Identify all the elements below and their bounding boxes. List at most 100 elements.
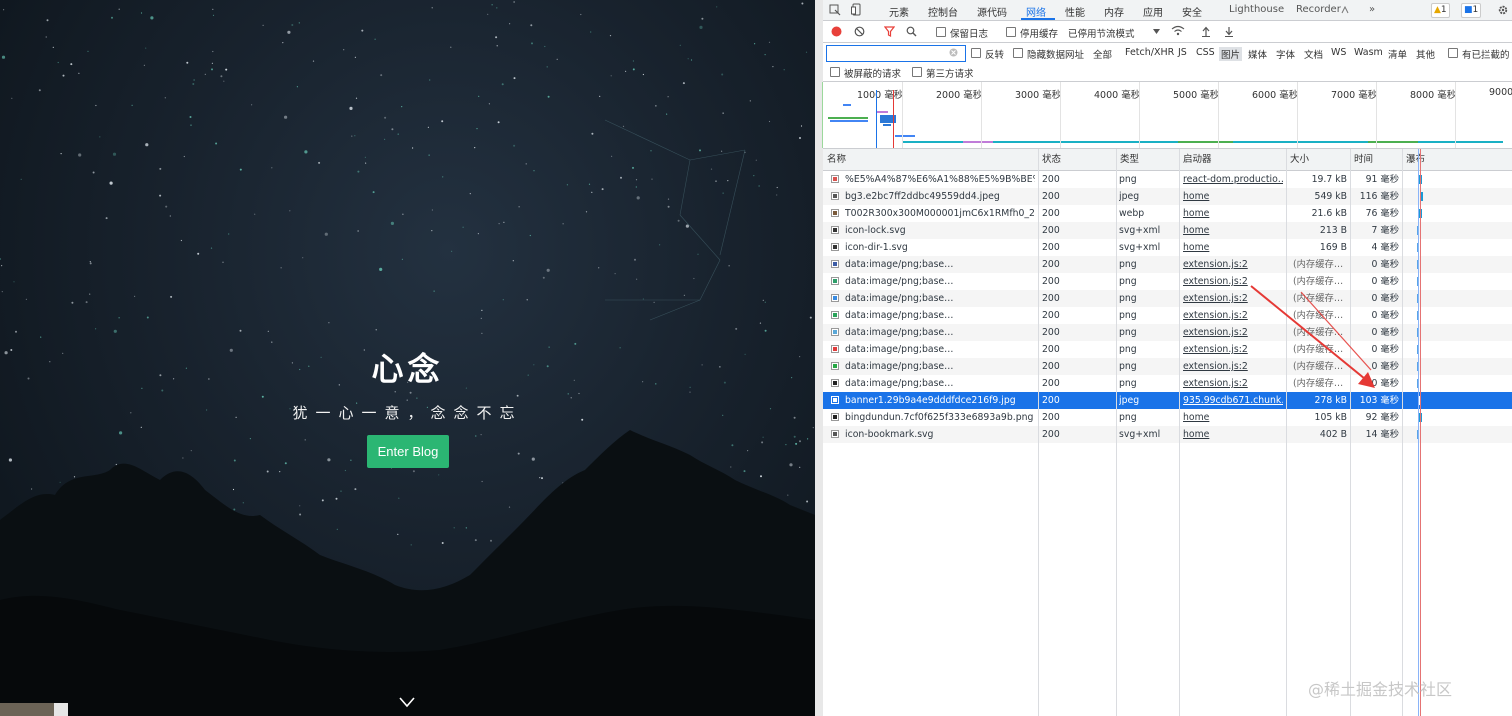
column-header-type[interactable]: 类型 <box>1116 149 1179 171</box>
request-time: 0 毫秒 <box>1371 378 1399 389</box>
blocked-cookies-checkbox[interactable] <box>1448 48 1458 58</box>
invert-checkbox[interactable] <box>971 48 981 58</box>
filter-input[interactable] <box>826 45 966 62</box>
filter-type-media[interactable]: 媒体 <box>1248 47 1267 61</box>
clear-icon[interactable] <box>854 26 865 37</box>
filter-icon[interactable] <box>884 26 895 37</box>
third-party-label: 第三方请求 <box>926 69 974 80</box>
tab-security[interactable]: 安全 <box>1182 4 1202 19</box>
overview-bars <box>828 90 1503 148</box>
request-initiator[interactable]: extension.js:2 <box>1183 273 1283 290</box>
request-initiator[interactable]: home <box>1183 205 1283 222</box>
request-initiator[interactable]: home <box>1183 188 1283 205</box>
tab-memory[interactable]: 内存 <box>1104 4 1124 19</box>
enter-blog-button[interactable]: Enter Blog <box>367 435 449 468</box>
request-initiator[interactable]: extension.js:2 <box>1183 290 1283 307</box>
request-size: (内存缓存… <box>1293 259 1344 270</box>
third-party-checkbox[interactable] <box>912 67 922 77</box>
warnings-badge[interactable]: ▲1 <box>1431 3 1450 18</box>
request-time: 92 毫秒 <box>1365 412 1399 423</box>
request-name: data:image/png;base… <box>845 310 954 321</box>
request-initiator[interactable]: extension.js:2 <box>1183 324 1283 341</box>
request-initiator[interactable]: extension.js:2 <box>1183 256 1283 273</box>
table-row[interactable]: data:image/png;base… 200 png extension.js:2… <box>823 375 1512 392</box>
image-icon <box>831 277 839 285</box>
request-initiator[interactable]: home <box>1183 222 1283 239</box>
request-initiator[interactable]: extension.js:2 <box>1183 341 1283 358</box>
throttling-select[interactable]: 已停用节流模式 <box>1068 26 1135 40</box>
filter-type-all[interactable]: 全部 <box>1093 47 1112 61</box>
request-initiator[interactable]: 935.99cdb671.chunk… <box>1183 392 1283 409</box>
filter-type-font[interactable]: 字体 <box>1276 47 1295 61</box>
request-initiator[interactable]: extension.js:2 <box>1183 358 1283 375</box>
record-icon[interactable] <box>831 26 842 37</box>
request-time: 4 毫秒 <box>1371 242 1399 253</box>
tab-lighthouse[interactable]: Lighthouse <box>1229 4 1284 15</box>
hero-subtitle: 犹一心一意，念念不忘 <box>292 404 523 422</box>
request-size: 213 B <box>1319 225 1347 236</box>
filter-type-js[interactable]: JS <box>1178 47 1187 58</box>
filter-type-doc[interactable]: 文档 <box>1304 47 1323 61</box>
filter-type-other[interactable]: 其他 <box>1416 47 1435 61</box>
column-header-size[interactable]: 大小 <box>1286 149 1350 171</box>
preserve-log-checkbox[interactable] <box>936 27 946 37</box>
disable-cache-checkbox[interactable] <box>1006 27 1016 37</box>
import-har-icon[interactable] <box>1201 26 1211 37</box>
device-toolbar-icon[interactable] <box>851 3 863 16</box>
request-initiator[interactable]: extension.js:2 <box>1183 307 1283 324</box>
request-initiator[interactable]: home <box>1183 239 1283 256</box>
inspect-element-icon[interactable] <box>829 4 841 16</box>
table-row[interactable]: data:image/png;base… 200 png extension.js:2… <box>823 273 1512 290</box>
clear-filter-icon[interactable] <box>949 48 958 57</box>
column-header-name[interactable]: 名称 <box>823 149 1038 171</box>
filter-type-ws[interactable]: WS <box>1331 47 1346 58</box>
table-row[interactable]: data:image/png;base… 200 png extension.js:2… <box>823 358 1512 375</box>
table-row[interactable]: icon-dir-1.svg 200 svg+xml home 169 B 4 毫秒 <box>823 239 1512 256</box>
table-row[interactable]: icon-lock.svg 200 svg+xml home 213 B 7 毫秒 <box>823 222 1512 239</box>
tab-recorder[interactable]: Recorder <box>1296 4 1341 15</box>
table-row[interactable]: %E5%A4%87%E6%A1%88%E5%9B%BE%E… 200 png reac… <box>823 171 1512 188</box>
tab-sources[interactable]: 源代码 <box>977 4 1007 19</box>
hide-data-urls-checkbox[interactable] <box>1013 48 1023 58</box>
column-header-time[interactable]: 时间 <box>1350 149 1402 171</box>
table-row[interactable]: data:image/png;base… 200 png extension.js:2… <box>823 341 1512 358</box>
blocked-requests-checkbox[interactable] <box>830 67 840 77</box>
tab-application[interactable]: 应用 <box>1143 4 1163 19</box>
request-size: 105 kB <box>1314 412 1347 423</box>
hero-title: 心念 <box>371 350 444 388</box>
tab-performance[interactable]: 性能 <box>1065 4 1085 19</box>
tab-network[interactable]: 网络 <box>1026 4 1046 19</box>
filter-type-manifest[interactable]: 清单 <box>1388 47 1407 61</box>
filter-type-xhr[interactable]: Fetch/XHR <box>1125 47 1174 58</box>
table-row[interactable]: bingdundun.7cf0f625f333e6893a9b.png 200 pn… <box>823 409 1512 426</box>
chevron-down-icon[interactable] <box>398 695 416 709</box>
export-har-icon[interactable] <box>1224 26 1234 37</box>
search-icon[interactable] <box>906 26 917 37</box>
table-row[interactable]: T002R300x300M000001jmC6x1RMfh0_2.j… 200 we… <box>823 205 1512 222</box>
filter-type-img[interactable]: 图片 <box>1219 47 1243 61</box>
column-header-initiator[interactable]: 启动器 <box>1179 149 1286 171</box>
request-time: 0 毫秒 <box>1371 293 1399 304</box>
request-initiator[interactable]: extension.js:2 <box>1183 375 1283 392</box>
table-row[interactable]: data:image/png;base… 200 png extension.js:2… <box>823 324 1512 341</box>
more-tabs-button[interactable]: » <box>1369 4 1375 15</box>
request-size: (内存缓存… <box>1293 344 1344 355</box>
column-header-status[interactable]: 状态 <box>1038 149 1116 171</box>
tab-elements[interactable]: 元素 <box>889 4 909 19</box>
table-row[interactable]: bg3.e2bc7ff2ddbc49559dd4.jpeg 200 jpeg home… <box>823 188 1512 205</box>
table-row[interactable]: data:image/png;base… 200 png extension.js:2… <box>823 290 1512 307</box>
table-row[interactable]: banner1.29b9a4e9dddfdce216f9.jpg 200 jpeg 9… <box>823 392 1512 409</box>
table-row[interactable]: data:image/png;base… 200 png extension.js:2… <box>823 256 1512 273</box>
table-row[interactable]: icon-bookmark.svg 200 svg+xml home 402 B 14 毫… <box>823 426 1512 443</box>
tab-console[interactable]: 控制台 <box>928 4 958 19</box>
request-initiator[interactable]: home <box>1183 409 1283 426</box>
network-overview[interactable]: 1000 毫秒 2000 毫秒 3000 毫秒 4000 毫秒 5000 毫秒 6000 … <box>823 82 1512 149</box>
network-conditions-icon[interactable] <box>1171 25 1185 37</box>
messages-badge[interactable]: ■1 <box>1461 3 1482 18</box>
request-initiator[interactable]: react-dom.productio… <box>1183 171 1283 188</box>
gear-icon[interactable] <box>1497 4 1509 16</box>
filter-type-css[interactable]: CSS <box>1196 47 1215 58</box>
request-initiator[interactable]: home <box>1183 426 1283 443</box>
filter-type-wasm[interactable]: Wasm <box>1354 47 1383 58</box>
table-row[interactable]: data:image/png;base… 200 png extension.js:2… <box>823 307 1512 324</box>
